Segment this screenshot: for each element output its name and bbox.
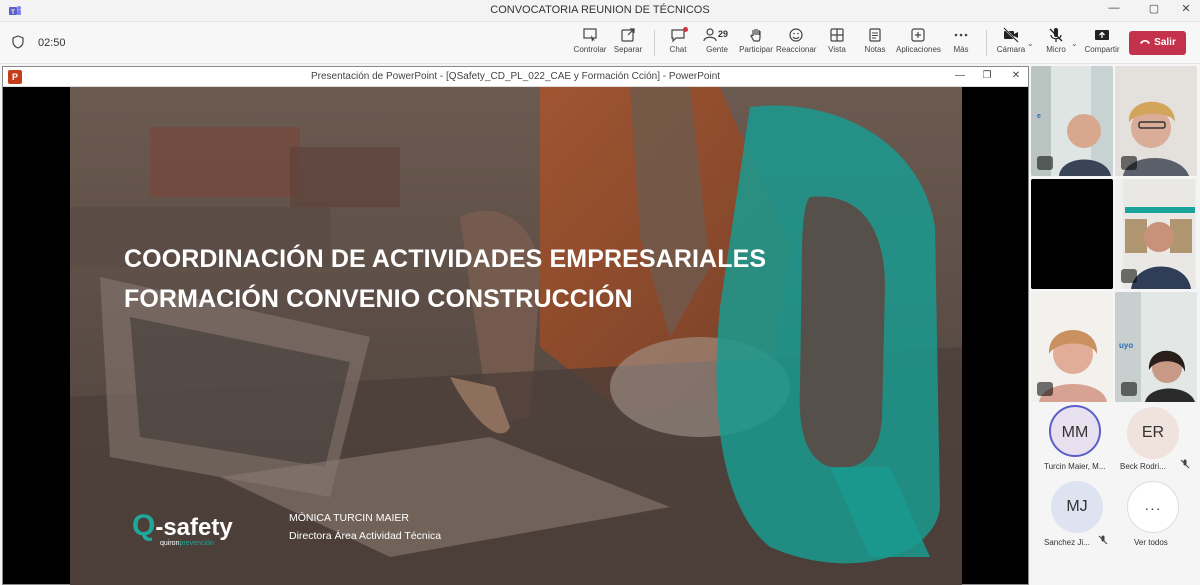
mic-off-icon: [1049, 28, 1063, 42]
participant-name: Beck Rodri...: [1120, 462, 1166, 471]
chat-unread-dot: [683, 27, 688, 32]
participant-name: Turcin Maier, M...: [1044, 462, 1106, 471]
view-button[interactable]: Vista: [824, 27, 850, 61]
camera-off-icon: [1003, 27, 1019, 43]
see-all-label[interactable]: Ver todos: [1134, 538, 1168, 547]
presenter-info: MÓNICA TURCIN MAIER Directora Área Activ…: [289, 509, 441, 545]
presenter-role: Directora Área Actividad Técnica: [289, 530, 442, 542]
window-title: CONVOCATORIA REUNION DE TÉCNICOS: [490, 4, 710, 16]
slide-title-line2: FORMACIÓN CONVENIO CONSTRUCCIÓN: [124, 285, 633, 313]
presentation-slide: COORDINACIÓN DE ACTIVIDADES EMPRESARIALE…: [70, 87, 962, 585]
popout-button[interactable]: Separar: [612, 27, 644, 61]
svg-text:e: e: [1037, 113, 1041, 120]
notes-icon: [869, 28, 881, 42]
video-tile[interactable]: uyo: [1115, 292, 1197, 402]
presenter-name: MÓNICA TURCIN MAIER: [289, 512, 409, 524]
slide-title-line1: COORDINACIÓN DE ACTIVIDADES EMPRESARIALE…: [124, 245, 767, 273]
share-icon: [1095, 30, 1109, 40]
more-button[interactable]: Más: [948, 27, 974, 61]
meeting-toolbar: 02:50 Controlar Separar Chat Gente 29 Pa…: [0, 22, 1200, 64]
popout-icon: [621, 28, 635, 42]
meeting-timer: 02:50: [38, 37, 66, 49]
mic-muted-icon: [1037, 269, 1053, 283]
mic-button[interactable]: Micro: [1042, 27, 1070, 61]
mic-muted-icon: [1037, 156, 1053, 170]
logo-subtitle: quironprevención: [160, 540, 214, 547]
slide-title: COORDINACIÓN DE ACTIVIDADES EMPRESARIALE…: [124, 239, 766, 319]
participant-gallery: e uyo MM Turcin Maier, M... ER Beck Rodr…: [1030, 66, 1200, 585]
minimize-button[interactable]: —: [1100, 2, 1128, 14]
mic-muted-icon: [1037, 382, 1053, 396]
video-tile[interactable]: e: [1031, 66, 1113, 176]
leave-button[interactable]: Salir: [1129, 31, 1186, 55]
ppt-minimize-button[interactable]: —: [949, 70, 971, 81]
video-tile[interactable]: [1115, 66, 1197, 176]
control-icon: [583, 28, 597, 42]
people-count: 29: [718, 29, 729, 39]
mic-muted-icon: [1098, 535, 1108, 545]
qsafety-logo: Q-safety quironprevención: [132, 509, 233, 547]
apps-button[interactable]: Aplicaciones: [896, 27, 941, 61]
maximize-button[interactable]: ▢: [1140, 2, 1168, 15]
raise-hand-icon: [750, 29, 761, 42]
ppt-window-title: Presentación de PowerPoint - [QSafety_CD…: [310, 71, 721, 82]
phone-hangup-icon: [1140, 40, 1151, 45]
avatar[interactable]: MM: [1049, 405, 1101, 457]
avatar[interactable]: MJ: [1051, 481, 1103, 533]
raise-hand-button[interactable]: Participar: [738, 27, 774, 61]
close-button[interactable]: ✕: [1172, 2, 1200, 15]
apps-icon: [911, 28, 925, 42]
view-icon: [830, 28, 844, 42]
camera-button[interactable]: Cámara: [996, 27, 1026, 61]
participant-name: Sanchez Ji...: [1044, 538, 1090, 547]
toolbar-divider: [654, 30, 655, 56]
ppt-titlebar: P Presentación de PowerPoint - [QSafety_…: [3, 67, 1028, 87]
mic-options-chevron[interactable]: ⌄: [1071, 39, 1078, 48]
mic-muted-icon: [1121, 156, 1137, 170]
avatar[interactable]: ER: [1127, 407, 1179, 459]
people-button[interactable]: Gente 29: [700, 27, 734, 61]
mic-muted-icon: [1180, 459, 1190, 469]
camera-options-chevron[interactable]: ⌄: [1027, 39, 1034, 48]
smiley-icon: [789, 28, 803, 42]
video-tile[interactable]: [1031, 179, 1113, 289]
mic-muted-icon: [1121, 382, 1137, 396]
react-button[interactable]: Reaccionar: [776, 27, 816, 61]
control-button[interactable]: Controlar: [572, 27, 608, 61]
svg-text:uyo: uyo: [1119, 341, 1133, 350]
share-button[interactable]: Compartir: [1084, 27, 1120, 61]
video-tile[interactable]: [1115, 179, 1197, 289]
chat-button[interactable]: Chat: [664, 27, 692, 61]
notes-button[interactable]: Notas: [862, 27, 888, 61]
toolbar-divider: [986, 30, 987, 56]
mic-muted-icon: [1121, 269, 1137, 283]
ppt-close-button[interactable]: ✕: [1005, 70, 1027, 81]
more-icon: [954, 33, 968, 37]
window-titlebar: T CONVOCATORIA REUNION DE TÉCNICOS — ▢ ✕: [0, 0, 1200, 22]
video-tile[interactable]: [1031, 292, 1113, 402]
shield-icon: [12, 35, 24, 49]
more-participants-button[interactable]: ···: [1127, 481, 1179, 533]
ppt-restore-button[interactable]: ❐: [976, 70, 998, 81]
shared-screen: P Presentación de PowerPoint - [QSafety_…: [2, 66, 1029, 585]
